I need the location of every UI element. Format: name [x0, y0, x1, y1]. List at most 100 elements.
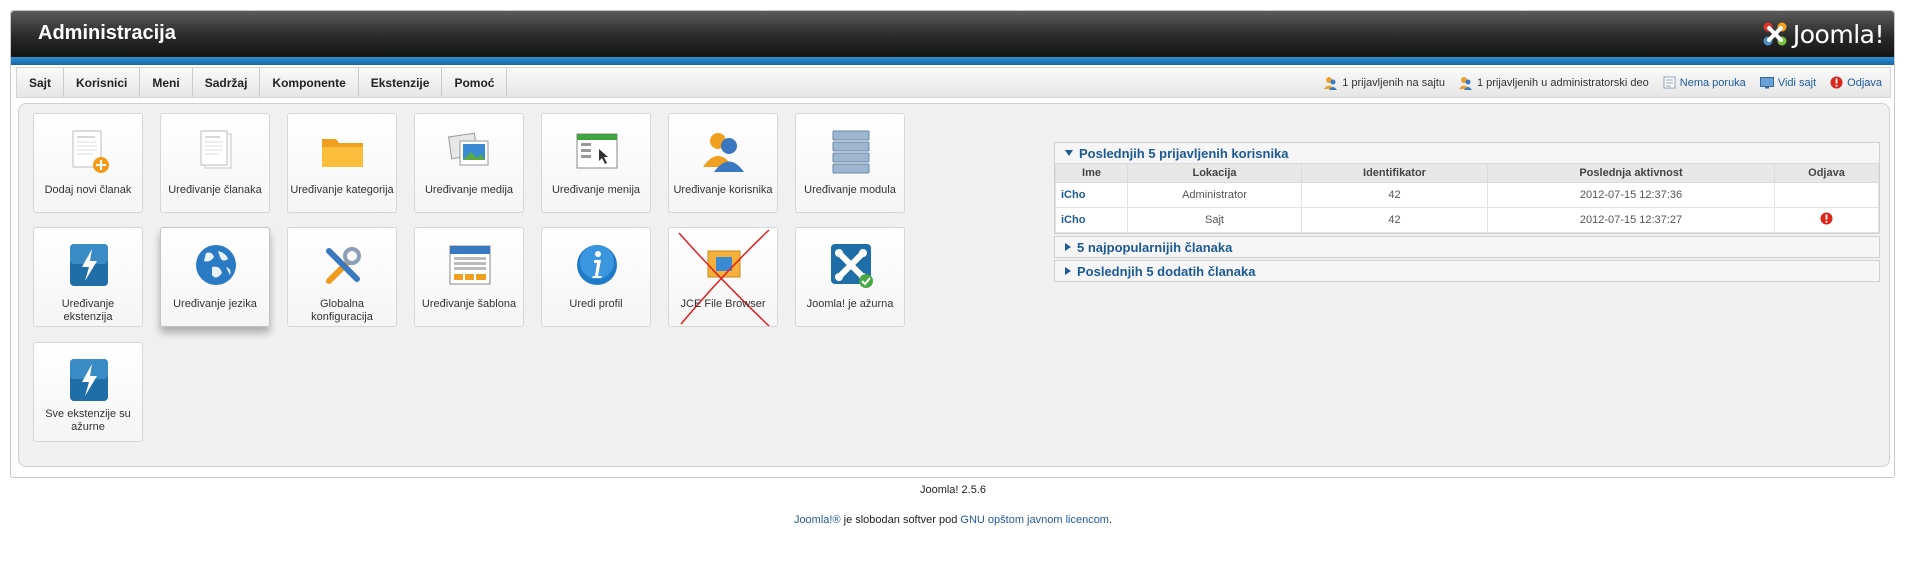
menu-item-help[interactable]: Pomoć — [442, 68, 508, 97]
user-name-link[interactable]: iCho — [1055, 207, 1128, 233]
logout-label: Odjava — [1847, 76, 1882, 89]
quickicon-extension-manager[interactable]: Uređivanje ekstenzija — [33, 227, 143, 327]
expanded-arrow-icon — [1065, 150, 1073, 156]
logged-users-table: Ime Lokacija Identifikator Poslednja akt… — [1055, 163, 1879, 233]
column-id: Identifikator — [1301, 163, 1488, 183]
joomla-update-icon — [831, 244, 873, 288]
info-panel: Poslednjih 5 prijavljenih korisnika Ime … — [1054, 142, 1880, 284]
view-site-link[interactable]: Vidi sajt — [1759, 76, 1817, 89]
globe-icon — [196, 245, 236, 285]
menu-item-users[interactable]: Korisnici — [64, 68, 141, 97]
quickicon-menu-manager[interactable]: Uređivanje menija — [541, 113, 651, 213]
quickicon-category-manager[interactable]: Uređivanje kategorija — [287, 113, 397, 213]
menu-item-components[interactable]: Komponente — [260, 68, 359, 97]
media-icon — [448, 132, 489, 166]
user-icon — [703, 133, 744, 172]
quickicon-global-config[interactable]: Globalna konfiguracija — [287, 227, 397, 327]
table-row: iCho Administrator 42 2012-07-15 12:37:3… — [1055, 182, 1879, 208]
menu-item-menus[interactable]: Meni — [140, 68, 193, 97]
header: Administracija Joomla! — [11, 11, 1894, 57]
logout-link[interactable]: Odjava — [1830, 76, 1882, 89]
status-bar: 1 prijavljenih na sajtu 1 prijavljenih u… — [1324, 68, 1882, 97]
menu-item-content[interactable]: Sadržaj — [193, 68, 261, 97]
popular-articles-toggle[interactable]: 5 najpopularnijih članaka — [1055, 237, 1879, 257]
user-activity: 2012-07-15 12:37:27 — [1487, 207, 1775, 233]
footer-version: Joomla! 2.5.6 — [919, 484, 987, 496]
quickicon-media-manager[interactable]: Uređivanje medija — [414, 113, 524, 213]
quickicon-label: Uređivanje kategorija — [290, 184, 394, 196]
quickicon-label: Uređivanje ekstenzija — [61, 298, 115, 323]
table-row: iCho Sajt 42 2012-07-15 12:37:27 — [1055, 207, 1879, 233]
quickicon-label: Sve ekstenzije su ažurne — [45, 408, 131, 433]
gnu-license-link[interactable]: GNU opštom javnom licencom — [960, 514, 1109, 526]
quickicon-label: Dodaj novi članak — [44, 184, 132, 196]
license-period: . — [1108, 514, 1113, 526]
admin-wrapper: Administracija Joomla! Sajt Korisnici Me… — [10, 10, 1895, 478]
message-icon — [1663, 76, 1676, 89]
messages-label: Nema poruka — [1679, 76, 1746, 89]
module-icon — [832, 130, 870, 174]
logout-icon — [1830, 76, 1843, 89]
info-icon — [577, 245, 617, 285]
quickicon-label: Uređivanje medija — [424, 184, 514, 196]
logged-users-title: Poslednjih 5 prijavljenih korisnika — [1079, 145, 1289, 161]
menu-bar: Sajt Korisnici Meni Sadržaj Komponente E… — [16, 67, 1891, 98]
quickicon-joomla-update[interactable]: Joomla! je ažurna — [795, 227, 905, 327]
quickicon-label: Uređivanje korisnika — [673, 184, 773, 196]
admin-users-icon — [1458, 76, 1472, 90]
monitor-icon — [1759, 76, 1774, 88]
logout-user-icon[interactable] — [1820, 212, 1833, 225]
extension-icon — [70, 244, 108, 286]
quickicon-label: Uređivanje jezika — [173, 298, 257, 310]
quickicon-module-manager[interactable]: Uređivanje modula — [795, 113, 905, 213]
header-stripe — [11, 57, 1894, 65]
popular-articles-title: 5 najpopularnijih članaka — [1077, 239, 1233, 255]
article-add-icon — [72, 130, 109, 173]
status-admin-users: 1 prijavljenih u administratorski deo — [1458, 76, 1649, 90]
quickicon-add-article[interactable]: Dodaj novi članak — [33, 113, 143, 213]
menu-item-site[interactable]: Sajt — [17, 68, 65, 97]
table-header: Ime Lokacija Identifikator Poslednja akt… — [1055, 163, 1879, 183]
user-activity: 2012-07-15 12:37:36 — [1487, 182, 1775, 208]
user-id: 42 — [1301, 182, 1488, 208]
column-location: Lokacija — [1127, 163, 1302, 183]
latest-articles-title: Poslednjih 5 dodatih članaka — [1077, 263, 1256, 279]
quickicon-label: Uređivanje modula — [804, 184, 896, 196]
quickicon-user-manager[interactable]: Uređivanje korisnika — [668, 113, 778, 213]
latest-articles-toggle[interactable]: Poslednjih 5 dodatih članaka — [1055, 261, 1879, 281]
quickicon-extension-updates[interactable]: Sve ekstenzije su ažurne — [33, 342, 143, 442]
page-title: Administracija — [38, 22, 176, 44]
latest-articles-pane: Poslednjih 5 dodatih članaka — [1054, 260, 1880, 282]
view-site-label: Vidi sajt — [1777, 76, 1817, 89]
column-name: Ime — [1055, 163, 1128, 183]
menu-icon — [576, 133, 618, 169]
quickicon-label: Uređivanje šablona — [421, 298, 517, 310]
quickicon-label: Uredi profil — [569, 298, 623, 310]
quickicon-label: JCE File Browser — [680, 298, 766, 310]
main-menu: Sajt Korisnici Meni Sadržaj Komponente E… — [17, 68, 508, 97]
status-site-users-label: 1 prijavljenih na sajtu — [1342, 76, 1445, 89]
footer-license: Joomla!® je slobodan softver pod GNU opš… — [0, 514, 1906, 526]
messages-link[interactable]: Nema poruka — [1663, 76, 1746, 89]
license-text: je slobodan softver pod — [840, 514, 961, 526]
quickicon-template-manager[interactable]: Uređivanje šablona — [414, 227, 524, 327]
joomla-logo: Joomla! — [1761, 18, 1885, 50]
quickicon-label: Uređivanje članaka — [168, 184, 262, 196]
user-location: Sajt — [1127, 207, 1302, 233]
logged-users-toggle[interactable]: Poslednjih 5 prijavljenih korisnika — [1055, 143, 1879, 163]
logout-cell — [1774, 182, 1879, 208]
quickicon-article-manager[interactable]: Uređivanje članaka — [160, 113, 270, 213]
column-activity: Poslednja aktivnost — [1487, 163, 1775, 183]
quickicon-edit-profile[interactable]: Uredi profil — [541, 227, 651, 327]
logged-users-pane: Poslednjih 5 prijavljenih korisnika Ime … — [1054, 142, 1880, 234]
collapsed-arrow-icon — [1065, 243, 1071, 251]
joomla-link[interactable]: Joomla!® — [794, 514, 841, 526]
folder-icon — [322, 139, 363, 167]
status-admin-users-label: 1 prijavljenih u administratorski deo — [1476, 76, 1649, 89]
menu-item-extensions[interactable]: Ekstenzije — [359, 68, 443, 97]
quickicon-jce-file-browser[interactable]: JCE File Browser — [668, 227, 778, 327]
user-name-link[interactable]: iCho — [1055, 182, 1128, 208]
logo-text: Joomla! — [1792, 19, 1885, 49]
quickicon-language-manager[interactable]: Uređivanje jezika — [160, 227, 270, 327]
status-site-users: 1 prijavljenih na sajtu — [1324, 76, 1445, 90]
